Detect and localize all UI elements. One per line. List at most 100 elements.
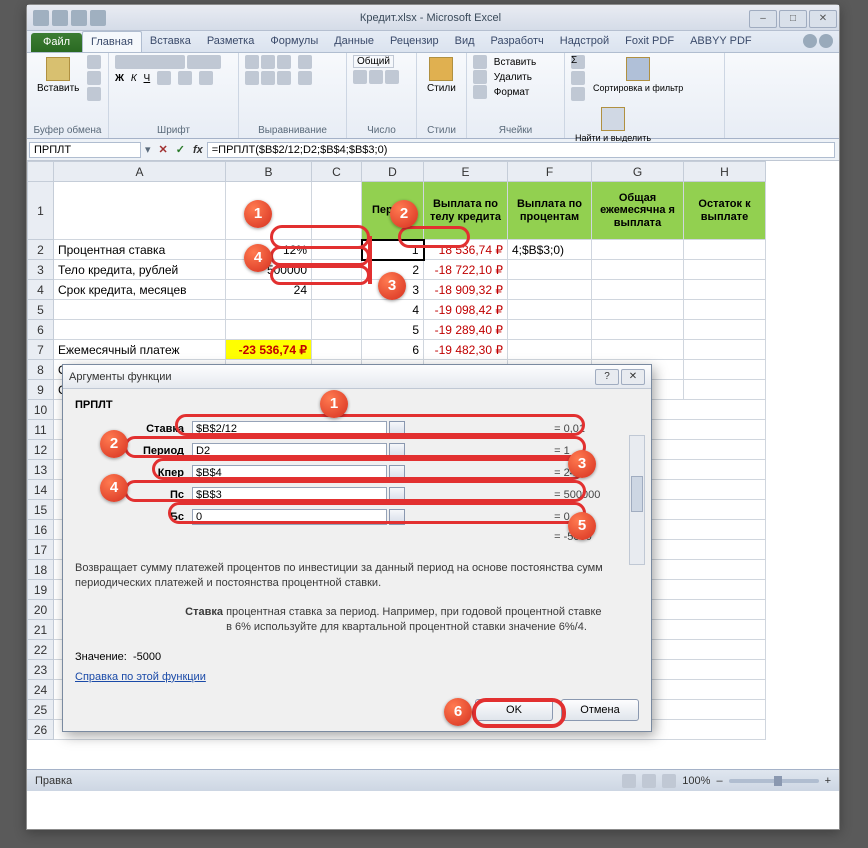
tab-pagelayout[interactable]: Разметка <box>199 31 263 52</box>
formula-cancel-icon[interactable]: ✕ <box>155 143 172 156</box>
align-bot-icon[interactable] <box>277 55 291 69</box>
arg-ref-icon-4[interactable] <box>389 509 405 525</box>
paste-button[interactable]: Вставить <box>33 55 83 96</box>
align-right-icon[interactable] <box>277 71 291 85</box>
sort-button[interactable]: Сортировка и фильтр <box>589 55 687 95</box>
select-all[interactable] <box>28 162 54 182</box>
comma-icon[interactable] <box>385 70 399 84</box>
row-9[interactable]: 9 <box>28 380 54 400</box>
cell-G1[interactable]: Общая ежемесячна я выплата <box>592 182 684 240</box>
cell-F1[interactable]: Выплата по процентам <box>508 182 592 240</box>
row-17[interactable]: 17 <box>28 540 54 560</box>
arg-ref-icon-0[interactable] <box>389 421 405 437</box>
cell-B5[interactable] <box>226 300 312 320</box>
cell-C1[interactable] <box>312 182 362 240</box>
cell-F3[interactable] <box>508 260 592 280</box>
dialog-cancel-button[interactable]: Отмена <box>561 699 639 721</box>
dialog-help-link[interactable]: Справка по этой функции <box>75 671 206 683</box>
format-painter-icon[interactable] <box>87 87 101 101</box>
autosum-icon[interactable]: Σ <box>571 55 585 69</box>
row-12[interactable]: 12 <box>28 440 54 460</box>
row-25[interactable]: 25 <box>28 700 54 720</box>
cell-B7[interactable]: -23 536,74 ₽ <box>226 340 312 360</box>
close-button[interactable]: ✕ <box>809 10 837 28</box>
cell-E7[interactable]: -19 482,30 ₽ <box>424 340 508 360</box>
cell-H4[interactable] <box>684 280 766 300</box>
row-24[interactable]: 24 <box>28 680 54 700</box>
insert-cells[interactable]: Вставить <box>473 55 536 69</box>
col-G[interactable]: G <box>592 162 684 182</box>
cell-H2[interactable] <box>684 240 766 260</box>
tab-file[interactable]: Файл <box>31 33 82 52</box>
formula-input[interactable]: =ПРПЛТ($B$2/12;D2;$B$4;$B$3;0) <box>207 142 835 158</box>
cell-D1[interactable]: Период <box>362 182 424 240</box>
col-D[interactable]: D <box>362 162 424 182</box>
tab-insert[interactable]: Вставка <box>142 31 199 52</box>
row-23[interactable]: 23 <box>28 660 54 680</box>
cell-H3[interactable] <box>684 260 766 280</box>
tab-addins[interactable]: Надстрой <box>552 31 617 52</box>
row-7[interactable]: 7 <box>28 340 54 360</box>
row-10[interactable]: 10 <box>28 400 54 420</box>
maximize-button[interactable]: □ <box>779 10 807 28</box>
cell-B2[interactable]: 12% <box>226 240 312 260</box>
dialog-help-icon[interactable]: ? <box>595 369 619 385</box>
underline-icon[interactable]: Ч <box>144 73 151 84</box>
cell-F6[interactable] <box>508 320 592 340</box>
font-icon[interactable] <box>115 55 185 69</box>
cell-E4[interactable]: -18 909,32 ₽ <box>424 280 508 300</box>
arg-input-2[interactable]: $B$4 <box>192 465 387 481</box>
align-left-icon[interactable] <box>245 71 259 85</box>
number-format[interactable]: Общий <box>353 55 394 68</box>
copy-icon[interactable] <box>87 71 101 85</box>
arg-input-1[interactable]: D2 <box>192 443 387 459</box>
cell-E6[interactable]: -19 289,40 ₽ <box>424 320 508 340</box>
cell-H9[interactable] <box>684 380 766 400</box>
styles-button[interactable]: Стили <box>423 55 460 96</box>
name-box[interactable]: ПРПЛТ <box>29 142 141 158</box>
cell-C3[interactable] <box>312 260 362 280</box>
view-break-icon[interactable] <box>662 774 676 788</box>
cell-H5[interactable] <box>684 300 766 320</box>
cell-A4[interactable]: Срок кредита, месяцев <box>54 280 226 300</box>
merge-icon[interactable] <box>298 71 312 85</box>
cell-F4[interactable] <box>508 280 592 300</box>
cell-B4[interactable]: 24 <box>226 280 312 300</box>
cell-G5[interactable] <box>592 300 684 320</box>
row-1[interactable]: 1 <box>28 182 54 240</box>
view-normal-icon[interactable] <box>622 774 636 788</box>
arg-input-4[interactable]: 0 <box>192 509 387 525</box>
fx-icon[interactable]: fx <box>189 144 207 156</box>
row-21[interactable]: 21 <box>28 620 54 640</box>
delete-cells[interactable]: Удалить <box>473 70 532 84</box>
tab-home[interactable]: Главная <box>82 31 142 52</box>
row-15[interactable]: 15 <box>28 500 54 520</box>
find-button[interactable]: Найти и выделить <box>571 105 655 145</box>
row-18[interactable]: 18 <box>28 560 54 580</box>
help-icon[interactable] <box>819 34 833 48</box>
cell-C7[interactable] <box>312 340 362 360</box>
row-5[interactable]: 5 <box>28 300 54 320</box>
bold-icon[interactable]: Ж <box>115 73 124 84</box>
row-16[interactable]: 16 <box>28 520 54 540</box>
cell-C2[interactable] <box>312 240 362 260</box>
tab-abbyy[interactable]: ABBYY PDF <box>682 31 760 52</box>
row-3[interactable]: 3 <box>28 260 54 280</box>
tab-formulas[interactable]: Формулы <box>262 31 326 52</box>
namebox-dropdown-icon[interactable]: ▾ <box>141 143 155 156</box>
dialog-close-icon[interactable]: ✕ <box>621 369 645 385</box>
font-color-icon[interactable] <box>199 71 213 85</box>
cell-C5[interactable] <box>312 300 362 320</box>
cell-G6[interactable] <box>592 320 684 340</box>
zoom-slider[interactable] <box>729 779 819 783</box>
row-26[interactable]: 26 <box>28 720 54 740</box>
cell-C6[interactable] <box>312 320 362 340</box>
dialog-titlebar[interactable]: Аргументы функции ? ✕ <box>63 365 651 389</box>
row-22[interactable]: 22 <box>28 640 54 660</box>
cell-G4[interactable] <box>592 280 684 300</box>
cell-G2[interactable] <box>592 240 684 260</box>
cell-E3[interactable]: -18 722,10 ₽ <box>424 260 508 280</box>
cell-H1[interactable]: Остаток к выплате <box>684 182 766 240</box>
cell-D3[interactable]: 2 <box>362 260 424 280</box>
save-icon[interactable] <box>52 10 68 26</box>
